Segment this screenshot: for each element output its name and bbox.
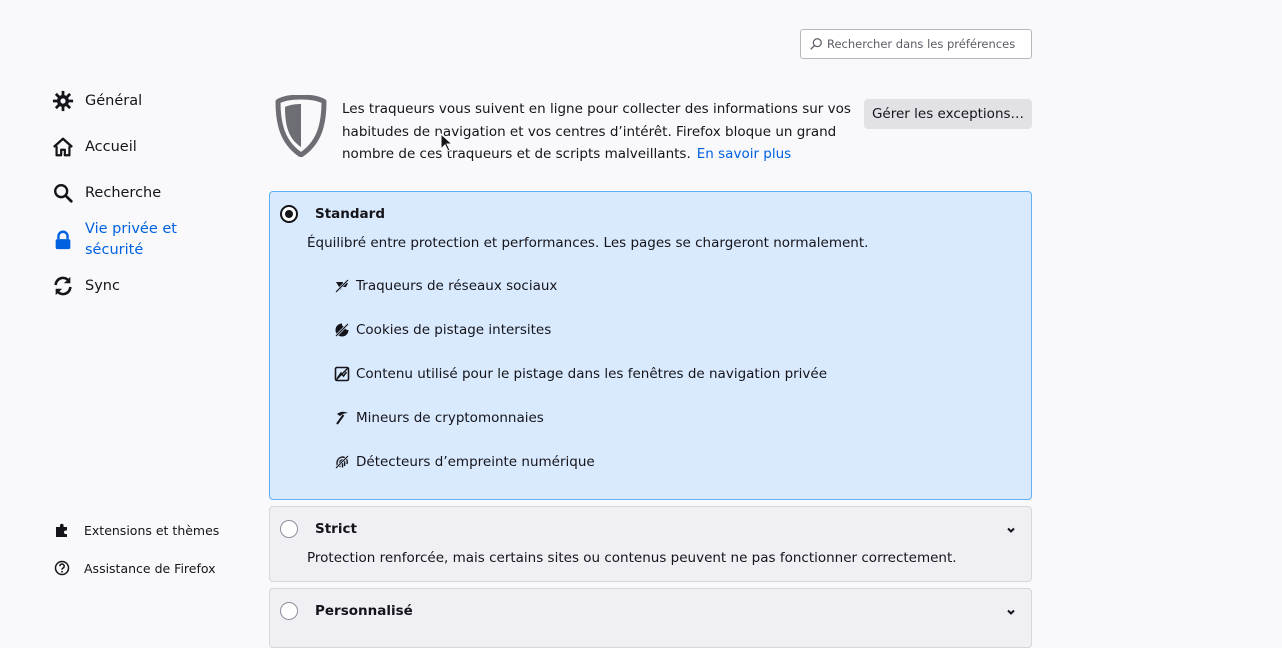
help-icon [54, 560, 70, 576]
feature-item: Cookies de pistage intersites [334, 322, 551, 338]
preferences-search[interactable] [800, 29, 1032, 59]
strict-option-card[interactable]: Strict Protection renforcée, mais certai… [269, 506, 1032, 582]
sidebar-support-link[interactable]: Assistance de Firefox [54, 560, 216, 576]
sidebar-item-privacy[interactable]: Vie privée et sécurité [52, 219, 242, 261]
sidebar-item-home[interactable]: Accueil [52, 136, 242, 158]
sidebar-item-label: Recherche [85, 185, 162, 201]
custom-option-header[interactable]: Personnalisé [280, 602, 413, 620]
standard-option-card[interactable]: Standard Équilibré entre protection et p… [269, 191, 1032, 500]
feature-item: Contenu utilisé pour le pistage dans les… [334, 366, 827, 382]
custom-radio[interactable] [280, 602, 298, 620]
search-icon [54, 184, 73, 203]
sidebar-item-label: Général [85, 93, 143, 109]
custom-option-card[interactable]: Personnalisé [269, 588, 1032, 648]
sidebar-item-label: Sync [85, 278, 120, 294]
standard-radio[interactable] [280, 205, 298, 223]
standard-option-header[interactable]: Standard [280, 205, 385, 223]
shield-icon [275, 95, 327, 157]
standard-description: Équilibré entre protection et performanc… [307, 235, 869, 251]
mouse-cursor-icon [440, 133, 454, 152]
cookie-icon [335, 323, 349, 337]
tracking-protection-intro: Les traqueurs vous suivent en ligne pour… [342, 98, 854, 166]
chevron-down-icon[interactable] [1005, 606, 1017, 618]
standard-title: Standard [315, 206, 385, 222]
sidebar-item-general[interactable]: Général [52, 90, 242, 112]
feature-item: Détecteurs d’empreinte numérique [334, 454, 595, 470]
chevron-down-icon[interactable] [1005, 524, 1017, 536]
sidebar-item-label: Accueil [85, 139, 137, 155]
sync-icon [54, 276, 72, 296]
manage-exceptions-button[interactable]: Gérer les exceptions… [864, 99, 1032, 129]
sidebar-item-search[interactable]: Recherche [52, 182, 242, 204]
custom-title: Personnalisé [315, 603, 413, 619]
social-tracker-icon [335, 279, 349, 293]
tracking-content-icon [334, 366, 350, 382]
search-input[interactable] [827, 37, 1023, 51]
strict-description: Protection renforcée, mais certains site… [307, 550, 957, 566]
cryptominer-icon [336, 411, 348, 425]
strict-radio[interactable] [280, 520, 298, 538]
feature-item: Mineurs de cryptomonnaies [334, 410, 544, 426]
lock-icon [55, 230, 71, 250]
home-icon [53, 137, 73, 157]
sidebar-item-label: Vie privée et sécurité [85, 221, 177, 258]
sidebar-extensions-link[interactable]: Extensions et thèmes [54, 522, 219, 538]
sidebar-item-sync[interactable]: Sync [52, 275, 242, 297]
learn-more-link[interactable]: En savoir plus [697, 146, 791, 162]
strict-option-header[interactable]: Strict [280, 520, 357, 538]
gear-icon [52, 90, 74, 112]
strict-title: Strict [315, 521, 357, 537]
puzzle-icon [56, 523, 67, 537]
search-icon [810, 38, 822, 50]
fingerprinter-icon [335, 455, 349, 469]
feature-item: Traqueurs de réseaux sociaux [334, 278, 557, 294]
